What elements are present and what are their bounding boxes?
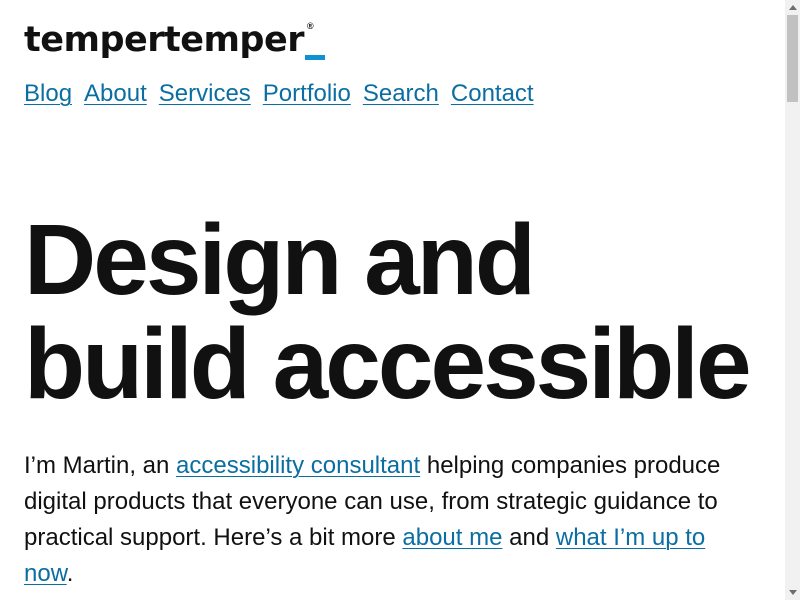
main-nav: Blog About Services Portfolio Search Con… (24, 78, 534, 110)
logo-text: tempertemper (24, 20, 304, 60)
logo-mark: ® (304, 18, 325, 62)
site-logo[interactable]: tempertemper ® (24, 18, 325, 62)
scroll-down-button[interactable] (785, 585, 800, 600)
scrollbar-thumb[interactable] (787, 15, 798, 102)
intro-text-4: . (66, 560, 74, 587)
nav-link-contact[interactable]: Contact (451, 78, 534, 110)
nav-link-services[interactable]: Services (159, 78, 251, 110)
about-me-link[interactable]: about me (402, 524, 502, 551)
logo-underscore (304, 55, 325, 60)
page: tempertemper ® Blog About Services Portf… (0, 0, 785, 600)
intro-paragraph: I’m Martin, an accessibility consultant … (24, 448, 744, 592)
triangle-down-icon (788, 590, 797, 595)
nav-link-search[interactable]: Search (363, 78, 439, 110)
intro-text-1: I’m Martin, an (24, 452, 177, 479)
hero-line-1: Design and (24, 204, 536, 316)
intro-text-3: and (502, 524, 556, 551)
accessibility-consultant-link[interactable]: accessibility consultant (176, 452, 420, 479)
hero-heading: Design and build accessible (24, 204, 752, 420)
nav-link-blog[interactable]: Blog (24, 78, 72, 110)
nav-link-portfolio[interactable]: Portfolio (263, 78, 351, 110)
registered-mark: ® (306, 21, 314, 31)
scroll-up-button[interactable] (785, 0, 800, 15)
hero-line-2: build accessible (24, 308, 752, 420)
nav-link-about[interactable]: About (84, 78, 147, 110)
triangle-up-icon (788, 5, 797, 10)
vertical-scrollbar[interactable] (785, 0, 800, 600)
